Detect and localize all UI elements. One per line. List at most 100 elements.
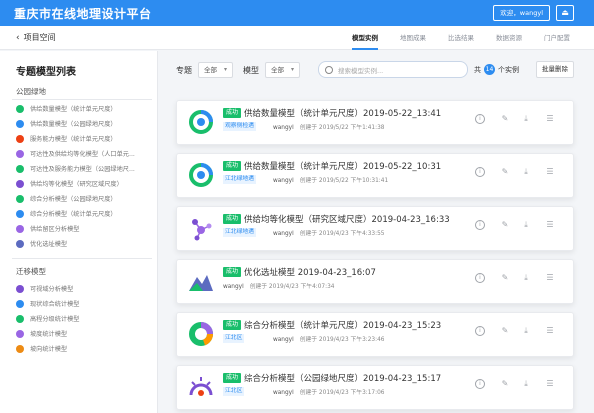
edit-icon[interactable]: ✎ xyxy=(500,167,510,177)
sub-nav: ‹ 项目空间 模型实例 地图成果 比选结果 数据资源 门户配置 xyxy=(0,26,594,50)
sidebar-group-parks[interactable]: 公园绿地 xyxy=(16,86,46,97)
list-icon[interactable]: ☰ xyxy=(545,273,555,283)
sun-gauge-icon xyxy=(189,377,213,396)
edit-icon[interactable]: ✎ xyxy=(500,273,510,283)
download-icon[interactable]: ⤓ xyxy=(521,114,531,124)
model-icon xyxy=(16,134,24,143)
tab-data-resources[interactable]: 数据资源 xyxy=(496,26,522,50)
list-icon[interactable]: ☰ xyxy=(545,114,555,124)
region-tag: 江北区 xyxy=(223,334,245,343)
download-icon[interactable]: ⤓ xyxy=(521,379,531,389)
mountain-icon xyxy=(189,275,213,291)
tab-map-results[interactable]: 地图成果 xyxy=(400,26,426,50)
info-icon[interactable]: i xyxy=(475,326,485,336)
sidebar-item[interactable]: 坡度统计模型 xyxy=(16,328,67,339)
status-badge: 成功 xyxy=(223,320,242,330)
info-icon[interactable]: i xyxy=(475,114,485,124)
model-icon xyxy=(16,209,24,218)
card-title[interactable]: 供给数量模型（统计单元尺度）2019-05-22_10:31 xyxy=(244,160,441,172)
network-icon xyxy=(192,219,212,241)
list-icon[interactable]: ☰ xyxy=(545,220,555,230)
topic-select[interactable]: 全部 ▾ xyxy=(198,62,234,78)
filter-bar: 专题 全部 ▾ 模型 全部 ▾ xyxy=(176,60,310,80)
edit-icon[interactable]: ✎ xyxy=(500,326,510,336)
search-icon xyxy=(325,65,333,74)
sidebar-item[interactable]: 服务能力模型（统计单元尺度） xyxy=(16,133,117,144)
model-icon xyxy=(16,119,24,128)
status-badge: 成功 xyxy=(223,214,242,224)
search-input[interactable]: 搜索模型实例... xyxy=(318,61,468,78)
sidebar-item[interactable]: 可达性及供给均等化模型（人口单元... xyxy=(16,148,135,159)
sidebar-item[interactable]: 综合分析模型（统计单元尺度） xyxy=(16,208,117,219)
edit-icon[interactable]: ✎ xyxy=(500,114,510,124)
ring-chart-icon xyxy=(189,110,213,134)
sidebar-item[interactable]: 可达性及服务能力模型（公园绿地尺... xyxy=(16,163,135,174)
status-badge: 成功 xyxy=(223,161,242,171)
card-meta: wangyl 创建于 2019/5/22 下午10:31:41 xyxy=(273,178,389,184)
sidebar-item[interactable]: 坡向统计模型 xyxy=(16,343,67,354)
list-icon[interactable]: ☰ xyxy=(545,326,555,336)
info-icon[interactable]: i xyxy=(475,273,485,283)
instance-card[interactable]: 成功 供给数量模型（统计单元尺度）2019-05-22_13:41 观察侧检遇 … xyxy=(176,100,574,145)
card-title[interactable]: 供给数量模型（统计单元尺度）2019-05-22_13:41 xyxy=(244,107,441,119)
back-link[interactable]: ‹ 项目空间 xyxy=(16,32,56,43)
donut-icon xyxy=(189,322,214,346)
instance-card[interactable]: 成功 综合分析模型（公园绿地尺度）2019-04-23_15:17 江北区 wa… xyxy=(176,365,574,410)
model-icon xyxy=(16,344,24,353)
divider xyxy=(12,258,152,259)
model-icon xyxy=(16,329,24,338)
card-meta: wangyl 创建于 2019/4/23 下午4:07:34 xyxy=(223,284,335,290)
region-tag: 江北绿地遇 xyxy=(223,175,256,184)
sidebar-item[interactable]: 供给留区分析模型 xyxy=(16,223,80,234)
model-select[interactable]: 全部 ▾ xyxy=(265,62,301,78)
edit-icon[interactable]: ✎ xyxy=(500,379,510,389)
logout-icon[interactable]: ⏏ xyxy=(556,5,574,21)
model-icon xyxy=(16,179,24,188)
sidebar-item[interactable]: 综合分析模型（公园绿地尺度） xyxy=(16,193,117,204)
sidebar-item[interactable]: 现状综合统计模型 xyxy=(16,298,80,309)
model-icon xyxy=(16,284,24,293)
download-icon[interactable]: ⤓ xyxy=(521,326,531,336)
instance-card[interactable]: 成功 优化选址模型 2019-04-23_16:07 wangyl 创建于 201… xyxy=(176,259,574,304)
sidebar-item[interactable]: 供给均等化模型（研究区域尺度） xyxy=(16,178,123,189)
download-icon[interactable]: ⤓ xyxy=(521,167,531,177)
card-title[interactable]: 综合分析模型（统计单元尺度）2019-04-23_15:23 xyxy=(244,319,441,331)
card-title[interactable]: 优化选址模型 2019-04-23_16:07 xyxy=(244,266,376,278)
download-icon[interactable]: ⤓ xyxy=(521,273,531,283)
sidebar-item[interactable]: 供给数量模型（公园绿地尺度） xyxy=(16,118,117,129)
instance-card[interactable]: 成功 供给均等化模型（研究区域尺度）2019-04-23_16:33 江北绿地遇… xyxy=(176,206,574,251)
info-icon[interactable]: i xyxy=(475,220,485,230)
edit-icon[interactable]: ✎ xyxy=(500,220,510,230)
sidebar-item[interactable]: 优化选址模型 xyxy=(16,238,67,249)
sidebar-item[interactable]: 供给数量模型（统计单元尺度） xyxy=(16,103,117,114)
tab-model-instances[interactable]: 模型实例 xyxy=(352,26,378,50)
user-welcome-button[interactable]: 欢迎，wangyl xyxy=(493,5,550,21)
search-placeholder: 搜索模型实例... xyxy=(338,66,384,75)
download-icon[interactable]: ⤓ xyxy=(521,220,531,230)
model-icon xyxy=(16,194,24,203)
sidebar-group-migration[interactable]: 迁移模型 xyxy=(16,266,46,277)
divider xyxy=(12,99,152,100)
app-title: 重庆市在线地理设计平台 xyxy=(14,6,152,21)
list-icon[interactable]: ☰ xyxy=(545,379,555,389)
instance-card[interactable]: 成功 供给数量模型（统计单元尺度）2019-05-22_10:31 江北绿地遇 … xyxy=(176,153,574,198)
card-title[interactable]: 综合分析模型（公园绿地尺度）2019-04-23_15:17 xyxy=(244,372,441,384)
region-tag: 江北区 xyxy=(223,387,245,396)
list-icon[interactable]: ☰ xyxy=(545,167,555,177)
sidebar-item[interactable]: 高程分级统计模型 xyxy=(16,313,80,324)
ring-chart-icon xyxy=(189,163,213,187)
info-icon[interactable]: i xyxy=(475,167,485,177)
model-icon xyxy=(16,239,24,248)
instance-card[interactable]: 成功 综合分析模型（统计单元尺度）2019-04-23_15:23 江北区 wa… xyxy=(176,312,574,357)
sidebar-item[interactable]: 可视域分析模型 xyxy=(16,283,73,294)
tab-portal-config[interactable]: 门户配置 xyxy=(544,26,570,50)
batch-delete-button[interactable]: 批量删除 xyxy=(536,61,574,78)
tab-comparison[interactable]: 比选结果 xyxy=(448,26,474,50)
card-title[interactable]: 供给均等化模型（研究区域尺度）2019-04-23_16:33 xyxy=(244,213,450,225)
card-meta: wangyl 创建于 2019/4/23 下午3:23:46 xyxy=(273,337,385,343)
info-icon[interactable]: i xyxy=(475,379,485,389)
sidebar-title: 专题模型列表 xyxy=(16,67,76,78)
status-badge: 成功 xyxy=(223,267,242,277)
model-icon xyxy=(16,314,24,323)
back-label: 项目空间 xyxy=(23,33,56,42)
